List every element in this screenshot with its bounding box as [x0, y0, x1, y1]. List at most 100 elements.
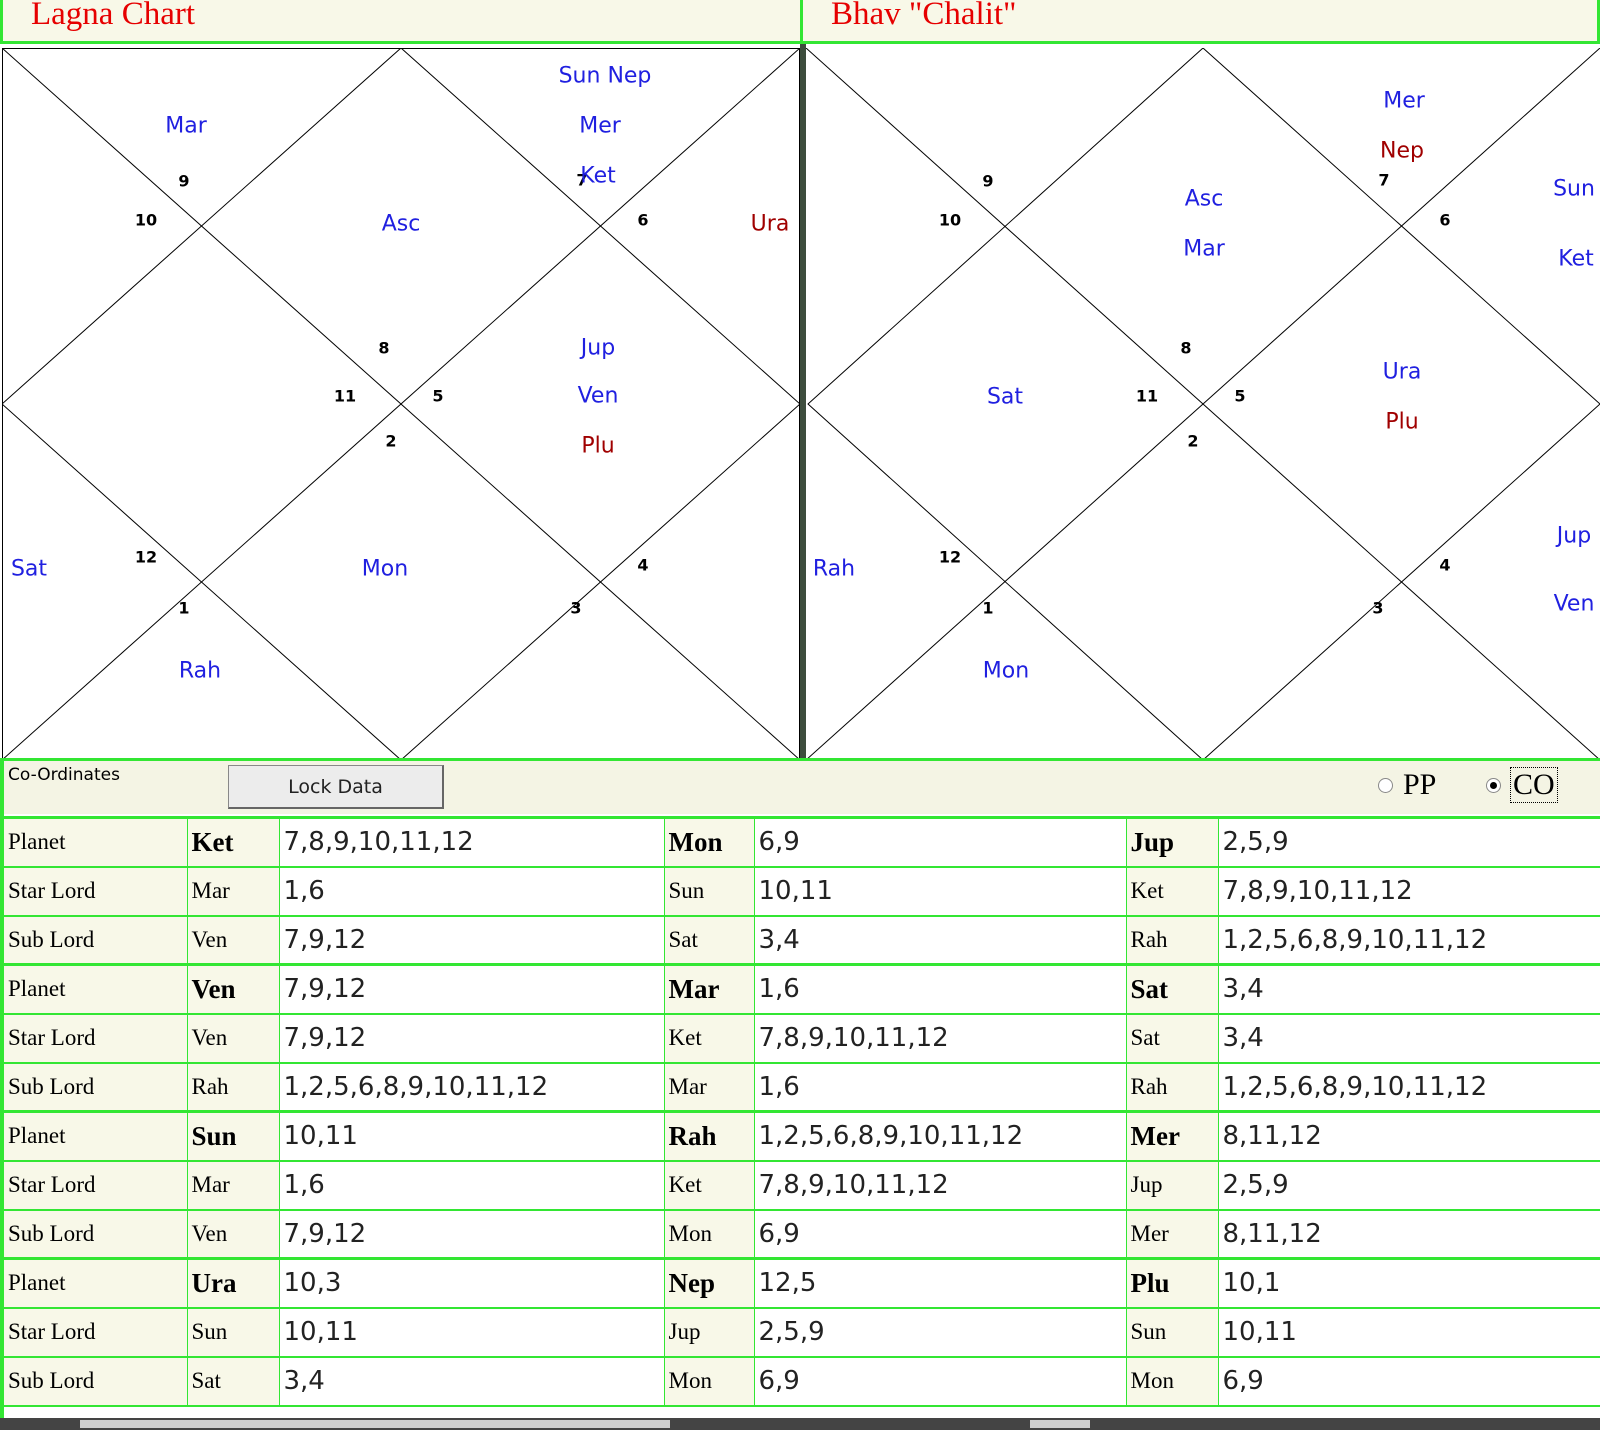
planet-label: Mar [165, 113, 207, 139]
house-significators-cell: 10,3 [279, 1257, 665, 1309]
house-significators-cell: 1,2,5,6,8,9,10,11,12 [754, 1110, 1127, 1162]
row-label: Sub Lord [4, 915, 188, 966]
row-label: Sub Lord [4, 1209, 188, 1260]
planet-label: Mer [579, 113, 621, 139]
radio-co-label[interactable]: CO [1510, 767, 1558, 803]
table-row: Star Lord Mar 1,6 Ket 7,8,9,10,11,12 Jup 2,5,9 [4, 1160, 1600, 1211]
chalit-chart-lines [806, 48, 1600, 760]
house-number: 9 [982, 171, 994, 191]
star-lord-cell: Mar [187, 1160, 280, 1211]
house-significators-cell: 3,4 [754, 915, 1127, 966]
house-number: 9 [178, 171, 190, 191]
sub-lord-cell: Ven [187, 915, 280, 966]
planet-cell: Ket [187, 816, 280, 868]
planet-label: Rah [812, 556, 856, 582]
star-lord-cell: Ket [1126, 866, 1219, 917]
row-label: Star Lord [4, 866, 188, 917]
horizontal-scrollbar[interactable] [0, 1418, 1600, 1430]
house-number: 10 [938, 210, 962, 230]
row-label: Planet [4, 1110, 188, 1162]
house-significators-cell: 10,11 [1218, 1307, 1600, 1358]
house-significators-cell: 10,11 [754, 866, 1127, 917]
planet-cell: Mar [664, 963, 755, 1015]
scrollbar-thumb[interactable] [80, 1420, 670, 1428]
house-significators-cell: 8,11,12 [1218, 1209, 1600, 1260]
radio-pp-circle[interactable] [1378, 777, 1393, 793]
sub-lord-cell: Mer [1126, 1209, 1219, 1260]
house-significators-cell: 7,9,12 [279, 1013, 665, 1064]
table-row: Star Lord Mar 1,6 Sun 10,11 Ket 7,8,9,10,11,12 [4, 866, 1600, 917]
house-significators-cell: 3,4 [279, 1356, 665, 1407]
house-significators-cell: 1,2,5,6,8,9,10,11,12 [279, 1062, 665, 1113]
star-lord-cell: Sat [1126, 1013, 1219, 1064]
planet-cell: Mer [1126, 1110, 1219, 1162]
house-significators-cell: 7,8,9,10,11,12 [1218, 866, 1600, 917]
planet-label: Jup [580, 335, 616, 361]
planet-label: Sun Nep [558, 63, 652, 89]
planet-label: Mon [982, 658, 1030, 684]
house-number: 12 [134, 547, 158, 567]
house-significators-cell: 2,5,9 [1218, 1160, 1600, 1211]
planet-label: Ura [750, 211, 790, 237]
table-row: Planet Ket 7,8,9,10,11,12 Mon 6,9 Jup 2,5,9 [4, 816, 1600, 868]
planet-cell: Rah [664, 1110, 755, 1162]
row-label: Sub Lord [4, 1062, 188, 1113]
lagna-title: Lagna Chart [31, 0, 196, 32]
sub-lord-cell: Ven [187, 1209, 280, 1260]
sub-lord-cell: Rah [1126, 915, 1219, 966]
house-number: 2 [1187, 431, 1199, 451]
sub-lord-cell: Sat [187, 1356, 280, 1407]
house-significators-cell: 7,8,9,10,11,12 [754, 1160, 1127, 1211]
row-label: Planet [4, 963, 188, 1015]
table-row: Star Lord Ven 7,9,12 Ket 7,8,9,10,11,12 Sat 3,… [4, 1013, 1600, 1064]
radio-pp[interactable]: PP [1378, 761, 1436, 809]
house-significators-cell: 7,9,12 [279, 963, 665, 1015]
star-lord-cell: Sun [664, 866, 755, 917]
row-label: Star Lord [4, 1307, 188, 1358]
radio-co-circle[interactable] [1486, 777, 1501, 793]
house-significators-cell: 7,8,9,10,11,12 [754, 1013, 1127, 1064]
house-significators-cell: 3,4 [1218, 963, 1600, 1015]
table-row: Planet Ura 10,3 Nep 12,5 Plu 10,1 [4, 1257, 1600, 1309]
sub-lord-cell: Rah [187, 1062, 280, 1113]
house-significators-cell: 1,6 [279, 1160, 665, 1211]
house-number: 6 [1439, 210, 1451, 230]
star-lord-cell: Mar [187, 866, 280, 917]
row-label: Star Lord [4, 1160, 188, 1211]
planet-cell: Jup [1126, 816, 1219, 868]
scrollbar-thumb-secondary[interactable] [1030, 1420, 1090, 1428]
planet-label: Sat [10, 556, 48, 582]
planet-label: Asc [1184, 186, 1224, 212]
house-number: 6 [637, 210, 649, 230]
row-label: Planet [4, 1257, 188, 1309]
house-number: 11 [1135, 386, 1159, 406]
star-lord-cell: Ket [664, 1013, 755, 1064]
planet-label: Ket [580, 163, 616, 189]
radio-pp-label[interactable]: PP [1403, 768, 1436, 802]
planet-cell: Ura [187, 1257, 280, 1309]
planet-cell: Mon [664, 816, 755, 868]
house-significators-cell: 6,9 [754, 1356, 1127, 1407]
house-significators-cell: 10,1 [1218, 1257, 1600, 1309]
chalit-header: Bhav "Chalit" [803, 0, 1600, 44]
house-significators-cell: 1,6 [279, 866, 665, 917]
table-row: Sub Lord Ven 7,9,12 Mon 6,9 Mer 8,11,12 [4, 1209, 1600, 1260]
house-number: 2 [385, 431, 397, 451]
house-number: 5 [1234, 386, 1246, 406]
house-significators-cell: 8,11,12 [1218, 1110, 1600, 1162]
table-row: Sub Lord Rah 1,2,5,6,8,9,10,11,12 Mar 1,6 Rah… [4, 1062, 1600, 1113]
row-label: Star Lord [4, 1013, 188, 1064]
house-number: 5 [432, 386, 444, 406]
coordinates-label: Co-Ordinates [8, 765, 120, 785]
lock-data-button[interactable]: Lock Data [228, 765, 444, 809]
planet-label: Rah [178, 658, 222, 684]
planet-cell: Sun [187, 1110, 280, 1162]
table-row: Sub Lord Sat 3,4 Mon 6,9 Mon 6,9 [4, 1356, 1600, 1407]
house-significators-cell: 10,11 [279, 1307, 665, 1358]
lagna-chart: 9 10 8 7 6 11 5 2 12 1 3 4 Sun Nep Mer K… [2, 48, 800, 760]
planet-cell: Sat [1126, 963, 1219, 1015]
star-lord-cell: Sun [187, 1307, 280, 1358]
house-significators-cell: 10,11 [279, 1110, 665, 1162]
radio-co[interactable]: CO [1486, 761, 1558, 809]
house-number: 1 [982, 598, 994, 618]
